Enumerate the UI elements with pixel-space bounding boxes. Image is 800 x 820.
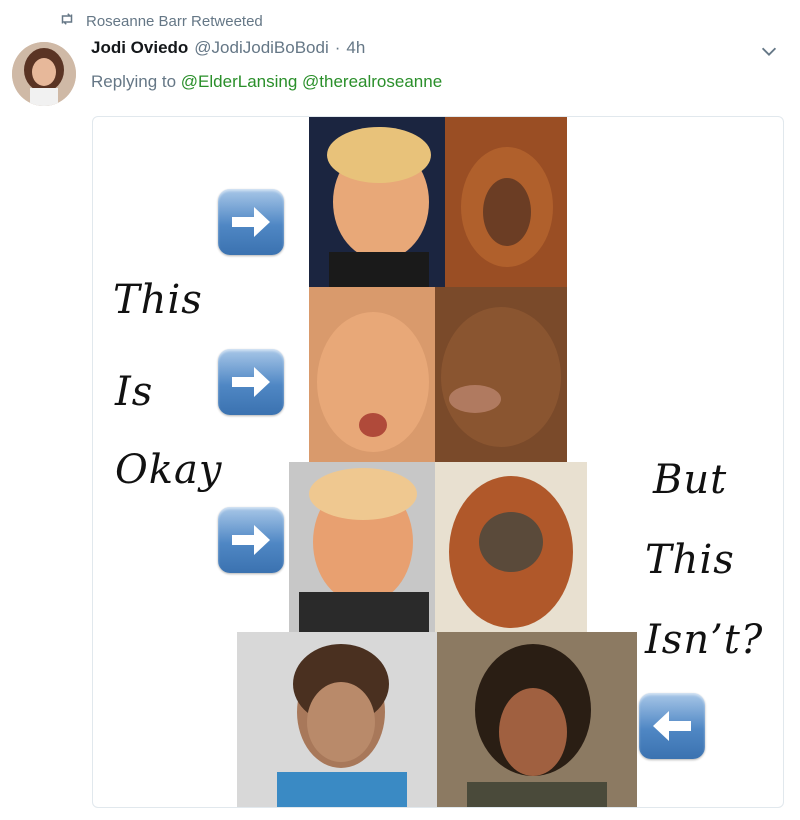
retweet-indicator: Roseanne Barr Retweeted [58, 10, 263, 32]
mention-elderlansing[interactable]: @ElderLansing [181, 72, 298, 91]
arrow-right-icon [218, 507, 284, 573]
photo-orangutan-1 [445, 117, 567, 287]
replying-to: Replying to @ElderLansing @therealrosean… [91, 72, 442, 92]
arrow-right-icon [218, 189, 284, 255]
chevron-down-icon[interactable] [758, 40, 780, 62]
photo-man-3 [289, 462, 435, 632]
retweet-text[interactable]: Roseanne Barr Retweeted [86, 13, 263, 30]
tweet-media[interactable]: This Is Okay But This Isn’t? [92, 116, 784, 808]
image-text-right-1: But [653, 457, 728, 503]
separator-dot: · [334, 38, 341, 57]
photo-ape-character [437, 632, 637, 807]
arrow-right-icon [218, 349, 284, 415]
tweet-timestamp[interactable]: 4h [346, 38, 365, 58]
photo-orangutan-3 [435, 462, 587, 632]
avatar[interactable] [12, 42, 76, 106]
image-text-right-2: This [645, 537, 735, 583]
mention-therealroseanne[interactable]: @therealroseanne [302, 72, 442, 91]
photo-man-2 [309, 287, 435, 462]
replying-prefix: Replying to [91, 72, 177, 91]
user-handle[interactable]: @JodiJodiBoBodi [194, 38, 328, 58]
display-name[interactable]: Jodi Oviedo [91, 38, 188, 58]
image-text-right-3: Isn’t? [645, 617, 764, 663]
photo-orangutan-2 [435, 287, 567, 462]
image-text-left-2: Is [115, 369, 154, 415]
tweet-header: Jodi Oviedo @JodiJodiBoBodi · 4h [91, 38, 365, 58]
image-text-left-3: Okay [115, 447, 223, 493]
image-text-left-1: This [113, 277, 203, 323]
arrow-left-icon [639, 693, 705, 759]
photo-man-1 [309, 117, 445, 287]
photo-woman [237, 632, 437, 807]
retweet-icon [58, 10, 76, 32]
